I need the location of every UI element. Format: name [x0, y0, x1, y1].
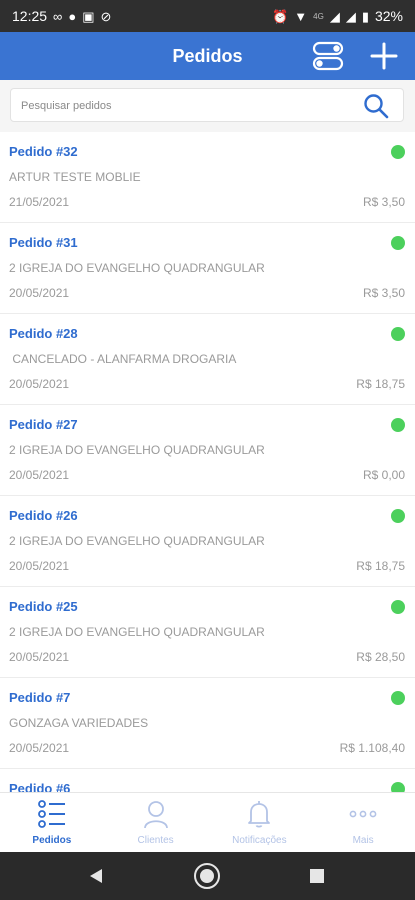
- order-total: R$ 18,75: [356, 377, 405, 391]
- nav-label: Pedidos: [32, 835, 72, 846]
- order-date: 21/05/2021: [9, 195, 70, 209]
- battery-level: 32%: [374, 8, 403, 24]
- order-total: R$ 28,50: [356, 650, 405, 664]
- more-dots-icon: [348, 799, 378, 829]
- nav-label: Mais: [352, 835, 374, 846]
- battery-icon: ▮: [361, 8, 369, 24]
- toggle-switches-icon: [312, 41, 344, 71]
- no-entry-icon: ⊘: [100, 8, 112, 24]
- status-dot: [391, 691, 405, 705]
- search-icon[interactable]: [363, 93, 389, 119]
- order-date: 20/05/2021: [9, 377, 70, 391]
- order-date: 20/05/2021: [9, 286, 70, 300]
- status-dot: [391, 782, 405, 792]
- status-dot: [391, 418, 405, 432]
- nav-label: Notificações: [232, 835, 287, 846]
- status-dot: [391, 236, 405, 250]
- filter-toggle-button[interactable]: [310, 38, 346, 74]
- order-client: GONZAGA VARIEDADES: [9, 716, 149, 730]
- plus-icon: [370, 42, 398, 70]
- photo-icon: ▣: [82, 8, 95, 24]
- order-item[interactable]: Pedido #6: [0, 769, 415, 792]
- status-dot: [391, 145, 405, 159]
- order-item[interactable]: Pedido #28 CANCELADO - ALANFARMA DROGARI…: [0, 314, 415, 405]
- order-total: R$ 0,00: [362, 468, 405, 482]
- order-number: Pedido #32: [9, 144, 78, 159]
- alarm-icon: ⏰: [272, 8, 289, 24]
- order-list: Pedido #32 ARTUR TESTE MOBLIE 21/05/2021…: [0, 132, 415, 792]
- order-item[interactable]: Pedido #32 ARTUR TESTE MOBLIE 21/05/2021…: [0, 132, 415, 223]
- order-number: Pedido #27: [9, 417, 78, 432]
- order-number: Pedido #6: [9, 781, 71, 792]
- order-number: Pedido #7: [9, 690, 71, 705]
- order-date: 20/05/2021: [9, 559, 70, 573]
- order-item[interactable]: Pedido #25 2 IGREJA DO EVANGELHO QUADRAN…: [0, 587, 415, 678]
- back-icon[interactable]: [88, 868, 104, 884]
- nav-item-notificacoes[interactable]: Notificações: [208, 793, 312, 852]
- order-client: 2 IGREJA DO EVANGELHO QUADRANGULAR: [9, 443, 265, 457]
- order-client: 2 IGREJA DO EVANGELHO QUADRANGULAR: [9, 534, 265, 548]
- list-icon: [37, 799, 67, 829]
- order-date: 20/05/2021: [9, 650, 70, 664]
- order-total: R$ 3,50: [362, 286, 405, 300]
- network-type-label: 4G: [313, 11, 324, 21]
- order-total: R$ 1.108,40: [339, 741, 405, 755]
- wifi-icon: ▼: [294, 8, 308, 24]
- ghost-icon: ●: [68, 8, 77, 24]
- app-bar: Pedidos: [0, 32, 415, 80]
- page-title: Pedidos: [172, 46, 243, 66]
- status-right: ⏰ ▼ 4G ◢ ◢ ▮ 32%: [272, 8, 403, 24]
- infinity-icon: ∞: [53, 8, 63, 24]
- order-date: 20/05/2021: [9, 468, 70, 482]
- signal-icon-2: ◢: [345, 8, 356, 24]
- nav-item-pedidos[interactable]: Pedidos: [0, 793, 104, 852]
- search-box: [10, 88, 404, 123]
- status-dot: [391, 327, 405, 341]
- order-number: Pedido #31: [9, 235, 78, 250]
- nav-item-clientes[interactable]: Clientes: [104, 793, 208, 852]
- add-order-button[interactable]: [366, 38, 402, 74]
- search-bar-area: [0, 80, 415, 132]
- order-client: 2 IGREJA DO EVANGELHO QUADRANGULAR: [9, 261, 265, 275]
- order-item[interactable]: Pedido #26 2 IGREJA DO EVANGELHO QUADRAN…: [0, 496, 415, 587]
- order-item[interactable]: Pedido #7 GONZAGA VARIEDADES 20/05/2021 …: [0, 678, 415, 769]
- status-dot: [391, 600, 405, 614]
- bell-icon: [244, 799, 274, 829]
- order-client: ARTUR TESTE MOBLIE: [9, 170, 141, 184]
- order-item[interactable]: Pedido #31 2 IGREJA DO EVANGELHO QUADRAN…: [0, 223, 415, 314]
- bottom-nav: Pedidos Clientes Notificações Mais: [0, 792, 415, 852]
- status-time: 12:25: [12, 8, 48, 24]
- order-number: Pedido #28: [9, 326, 78, 341]
- search-input[interactable]: [19, 89, 343, 123]
- signal-icon: ◢: [329, 8, 340, 24]
- home-icon[interactable]: [193, 862, 221, 890]
- status-dot: [391, 509, 405, 523]
- order-client: CANCELADO - ALANFARMA DROGARIA: [9, 352, 237, 366]
- recents-icon[interactable]: [310, 869, 324, 883]
- nav-label: Clientes: [137, 835, 174, 846]
- nav-item-mais[interactable]: Mais: [311, 793, 415, 852]
- status-left: 12:25 ∞ ● ▣ ⊘: [12, 8, 111, 24]
- order-total: R$ 3,50: [362, 195, 405, 209]
- order-number: Pedido #26: [9, 508, 78, 523]
- system-nav-bar: [0, 852, 415, 900]
- order-item[interactable]: Pedido #27 2 IGREJA DO EVANGELHO QUADRAN…: [0, 405, 415, 496]
- order-client: 2 IGREJA DO EVANGELHO QUADRANGULAR: [9, 625, 265, 639]
- order-number: Pedido #25: [9, 599, 78, 614]
- order-date: 20/05/2021: [9, 741, 70, 755]
- status-bar: 12:25 ∞ ● ▣ ⊘ ⏰ ▼ 4G ◢ ◢ ▮ 32%: [0, 0, 415, 32]
- person-icon: [141, 799, 171, 829]
- order-total: R$ 18,75: [356, 559, 405, 573]
